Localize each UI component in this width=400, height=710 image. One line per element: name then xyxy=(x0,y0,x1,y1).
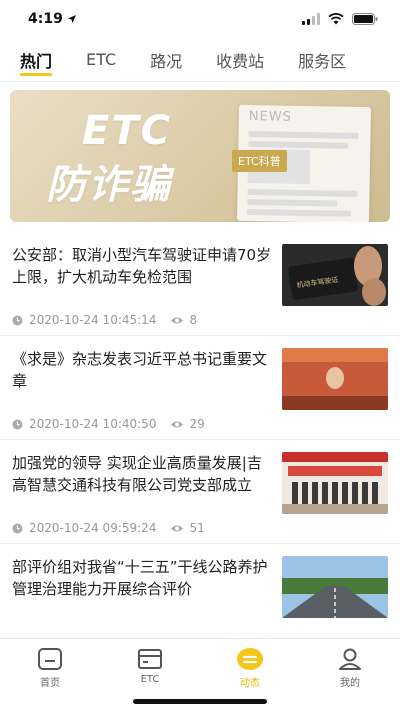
news-date: 2020-10-24 09:59:24 xyxy=(29,521,157,535)
home-icon xyxy=(38,648,62,670)
news-title: 公安部：取消小型汽车驾驶证申请70岁上限，扩大机动车免检范围 xyxy=(12,246,272,286)
nav-home[interactable]: 首页 xyxy=(0,639,100,710)
tab-toll-stations[interactable]: 收费站 xyxy=(204,38,276,82)
banner-tag: ETC科普 xyxy=(232,150,287,172)
news-item[interactable]: 加强党的领导 实现企业高质量发展|吉高智慧交通科技有限公司党支部成立 2020-… xyxy=(0,440,400,544)
bottom-navigation: 首页 ETC 动态 我的 xyxy=(0,638,400,710)
newspaper-word: NEWS xyxy=(248,109,292,125)
tab-hot[interactable]: 热门 xyxy=(8,38,64,82)
location-arrow-icon xyxy=(67,15,76,23)
news-item[interactable]: 《求是》杂志发表习近平总书记重要文章 2020-10-24 10:40:50 2… xyxy=(0,336,400,440)
news-list: 公安部：取消小型汽车驾驶证申请70岁上限，扩大机动车免检范围 2020-10-2… xyxy=(0,232,400,648)
view-count: 51 xyxy=(189,521,205,535)
status-indicators xyxy=(302,13,378,25)
banner-headline: ETC xyxy=(82,108,172,154)
status-bar: 4:19 xyxy=(0,0,400,38)
news-item[interactable]: 部评价组对我省“十三五”干线公路养护管理治理能力开展综合评价 xyxy=(0,544,400,648)
clock: 4:19 xyxy=(28,11,63,27)
status-time: 4:19 xyxy=(28,11,77,27)
eye-icon xyxy=(171,525,184,531)
news-thumbnail: 机动车驾驶证 xyxy=(282,244,388,306)
tab-etc[interactable]: ETC xyxy=(74,38,128,82)
news-title: 加强党的领导 实现企业高质量发展|吉高智慧交通科技有限公司党支部成立 xyxy=(12,454,262,494)
view-count: 29 xyxy=(189,417,205,431)
clock-icon xyxy=(12,419,23,429)
nav-label: 动态 xyxy=(240,678,260,689)
news-meta: 2020-10-24 10:40:50 29 xyxy=(12,417,205,431)
profile-icon xyxy=(339,648,361,670)
promo-banner[interactable]: NEWS ETC 防诈骗 ETC科普 xyxy=(10,90,390,222)
news-feed-icon xyxy=(237,648,263,670)
category-tabs: 热门 ETC 路况 收费站 服务区 xyxy=(0,38,400,82)
news-thumbnail xyxy=(282,452,388,514)
clock-icon xyxy=(12,315,23,325)
nav-label: ETC xyxy=(140,674,160,685)
home-indicator xyxy=(133,699,267,704)
news-thumbnail xyxy=(282,348,388,410)
eye-icon xyxy=(171,317,184,323)
news-title: 《求是》杂志发表习近平总书记重要文章 xyxy=(12,350,268,390)
nav-label: 首页 xyxy=(40,678,60,689)
news-item[interactable]: 公安部：取消小型汽车驾驶证申请70岁上限，扩大机动车免检范围 2020-10-2… xyxy=(0,232,400,336)
clock-icon xyxy=(12,523,23,533)
news-date: 2020-10-24 10:45:14 xyxy=(29,313,157,327)
news-date: 2020-10-24 10:40:50 xyxy=(29,417,157,431)
news-thumbnail xyxy=(282,556,388,618)
tab-service-areas[interactable]: 服务区 xyxy=(286,38,358,82)
eye-icon xyxy=(171,421,184,427)
news-meta: 2020-10-24 09:59:24 51 xyxy=(12,521,205,535)
battery-icon xyxy=(352,13,378,25)
tab-road-conditions[interactable]: 路况 xyxy=(138,38,194,82)
nav-profile[interactable]: 我的 xyxy=(300,639,400,710)
signal-icon xyxy=(302,13,320,25)
nav-label: 我的 xyxy=(340,678,360,689)
etc-card-icon xyxy=(138,649,162,669)
banner-subheadline: 防诈骗 xyxy=(46,162,172,208)
news-meta: 2020-10-24 10:45:14 8 xyxy=(12,313,197,327)
view-count: 8 xyxy=(189,313,198,327)
news-title: 部评价组对我省“十三五”干线公路养护管理治理能力开展综合评价 xyxy=(12,558,268,598)
wifi-icon xyxy=(328,13,344,25)
